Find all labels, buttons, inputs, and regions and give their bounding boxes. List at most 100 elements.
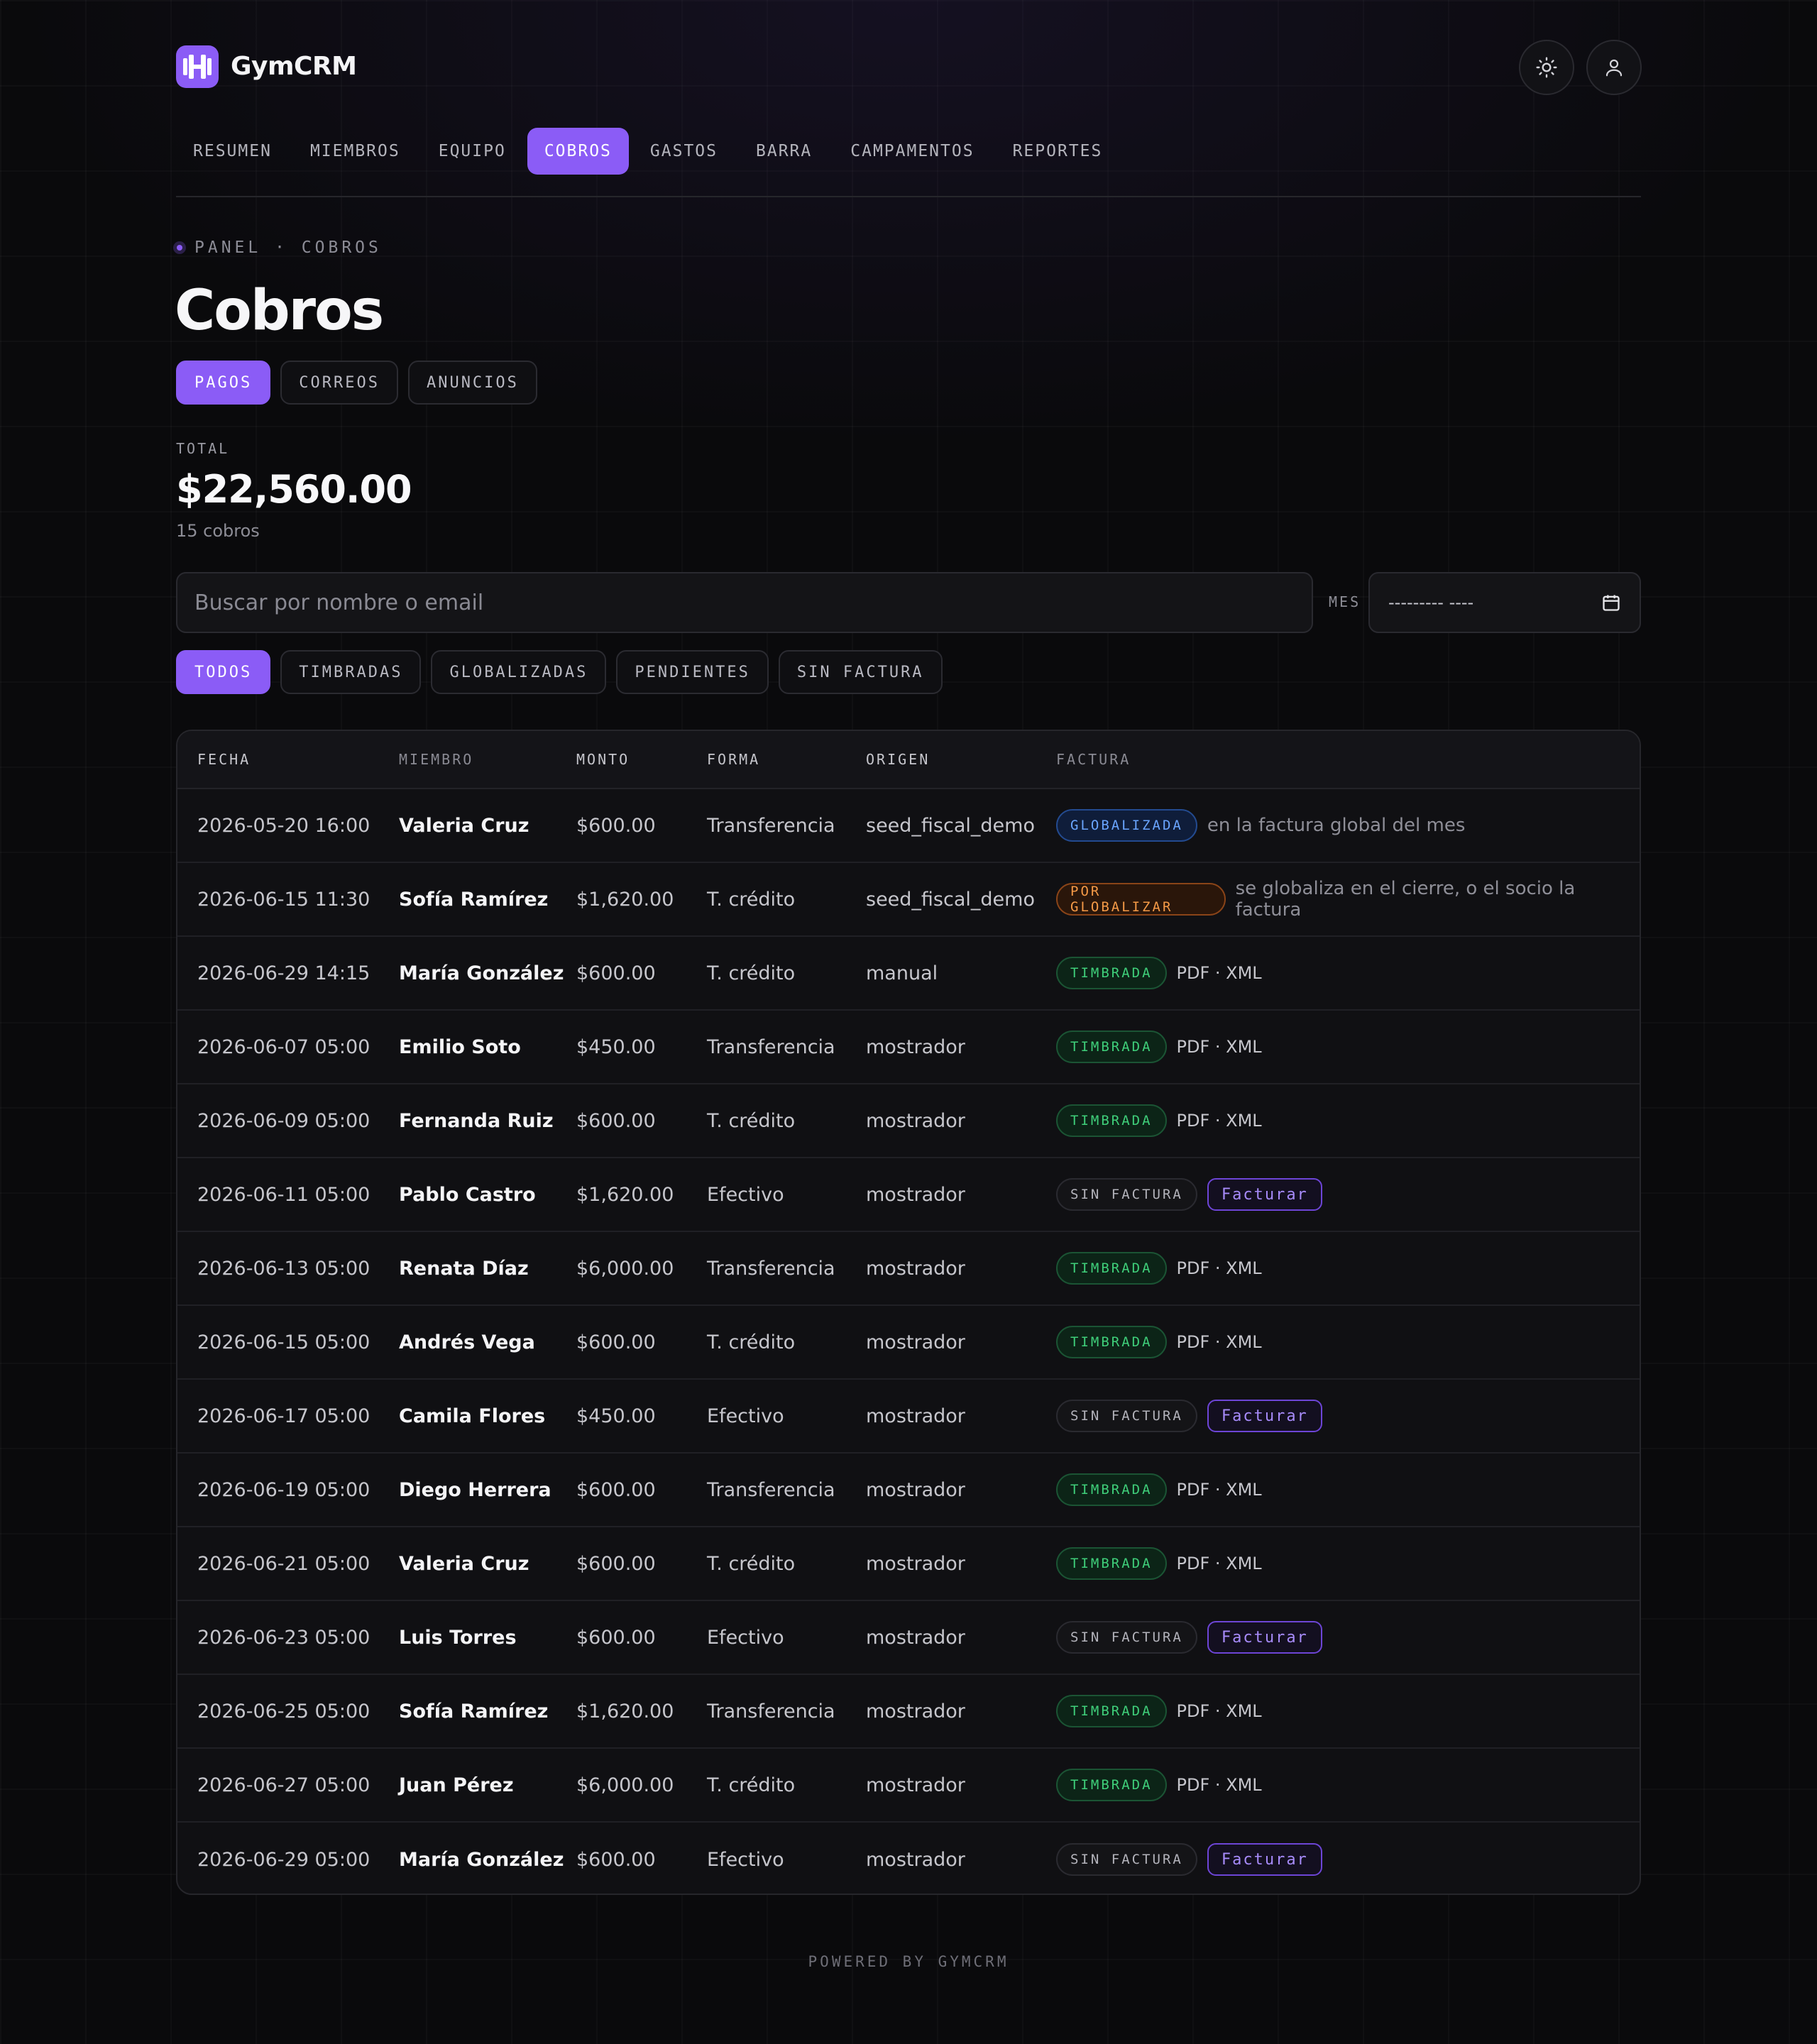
cell-factura: TIMBRADA PDF · XML: [1056, 1326, 1262, 1358]
cell-factura: TIMBRADA PDF · XML: [1056, 1031, 1262, 1063]
nav-gastos[interactable]: GASTOS: [633, 128, 735, 175]
facturar-button[interactable]: Facturar: [1207, 1178, 1322, 1211]
invoice-status-badge: GLOBALIZADA: [1056, 809, 1197, 842]
cell-factura: SIN FACTURA Facturar: [1056, 1400, 1322, 1432]
invoice-status-badge: TIMBRADA: [1056, 1252, 1167, 1285]
nav-resumen[interactable]: RESUMEN: [176, 128, 289, 175]
table-row[interactable]: 2026-06-07 05:00 Emilio Soto $450.00 Transf…: [177, 1011, 1640, 1084]
cell-fecha: 2026-06-23 05:00: [197, 1626, 370, 1649]
invoice-files-links[interactable]: PDF · XML: [1177, 1554, 1262, 1573]
cell-forma: Efectivo: [707, 1183, 784, 1206]
nav-reportes[interactable]: REPORTES: [996, 128, 1120, 175]
cell-factura: POR GLOBALIZAR se globaliza en el cierre,…: [1056, 878, 1640, 921]
table-row[interactable]: 2026-06-09 05:00 Fernanda Ruiz $600.00 T. c…: [177, 1084, 1640, 1158]
calendar-icon[interactable]: [1601, 593, 1621, 612]
invoice-files-links[interactable]: PDF · XML: [1177, 1037, 1262, 1057]
cell-forma: Efectivo: [707, 1405, 784, 1427]
cell-origen: mostrador: [866, 1774, 965, 1796]
theme-toggle-button[interactable]: [1519, 40, 1574, 95]
nav-miembros[interactable]: MIEMBROS: [293, 128, 417, 175]
cell-monto: $600.00: [576, 1552, 656, 1575]
table-row[interactable]: 2026-06-29 14:15 María González $600.00 T. …: [177, 937, 1640, 1011]
facturar-button[interactable]: Facturar: [1207, 1621, 1322, 1654]
cell-fecha: 2026-06-29 05:00: [197, 1848, 370, 1871]
nav-campamentos[interactable]: CAMPAMENTOS: [833, 128, 991, 175]
table-row[interactable]: 2026-06-23 05:00 Luis Torres $600.00 Efecti…: [177, 1601, 1640, 1675]
status-dot-icon: [173, 241, 186, 254]
cell-forma: T. crédito: [707, 1774, 796, 1796]
nav-cobros[interactable]: COBROS: [527, 128, 629, 175]
column-header-origen: ORIGEN: [866, 751, 931, 768]
filter-timbradas[interactable]: TIMBRADAS: [280, 650, 422, 694]
filter-pendientes[interactable]: PENDIENTES: [616, 650, 769, 694]
total-amount: $22,560.00: [176, 467, 412, 512]
search-input[interactable]: Buscar por nombre o email: [176, 572, 1313, 633]
cell-fecha: 2026-06-19 05:00: [197, 1478, 370, 1501]
payments-table: FECHA MIEMBRO MONTO FORMA ORIGEN FACTURA…: [176, 730, 1641, 1895]
cell-monto: $600.00: [576, 814, 656, 837]
table-row[interactable]: 2026-06-21 05:00 Valeria Cruz $600.00 T. cr…: [177, 1527, 1640, 1601]
table-row[interactable]: 2026-06-19 05:00 Diego Herrera $600.00 Tran…: [177, 1454, 1640, 1527]
cell-forma: Transferencia: [707, 814, 835, 837]
invoice-status-badge: SIN FACTURA: [1056, 1178, 1197, 1211]
invoice-files-links[interactable]: PDF · XML: [1177, 1480, 1262, 1500]
user-menu-button[interactable]: [1586, 40, 1642, 95]
invoice-note: se globaliza en el cierre, o el socio la…: [1235, 878, 1576, 921]
filter-todos[interactable]: TODOS: [176, 650, 271, 694]
nav-barra[interactable]: BARRA: [739, 128, 829, 175]
table-row[interactable]: 2026-06-29 05:00 María González $600.00 Efe…: [177, 1823, 1640, 1894]
table-row[interactable]: 2026-06-27 05:00 Juan Pérez $6,000.00 T. cr…: [177, 1749, 1640, 1823]
column-header-forma: FORMA: [707, 751, 761, 768]
page-title: Cobros: [175, 279, 384, 343]
cell-factura: SIN FACTURA Facturar: [1056, 1178, 1322, 1211]
search-placeholder: Buscar por nombre o email: [194, 590, 484, 615]
cell-monto: $600.00: [576, 1848, 656, 1871]
filter-sin-factura[interactable]: SIN FACTURA: [778, 650, 943, 694]
user-icon: [1605, 59, 1623, 77]
invoice-status-badge: TIMBRADA: [1056, 957, 1167, 989]
invoice-status-badge: SIN FACTURA: [1056, 1621, 1197, 1654]
cell-miembro: Valeria Cruz: [399, 814, 529, 837]
cell-miembro: Emilio Soto: [399, 1035, 521, 1058]
invoice-files-links[interactable]: PDF · XML: [1177, 963, 1262, 983]
cell-monto: $450.00: [576, 1035, 656, 1058]
footer: POWERED BY GYMCRM: [808, 1953, 1009, 1970]
cell-forma: Transferencia: [707, 1035, 835, 1058]
tab-pagos[interactable]: PAGOS: [176, 361, 271, 405]
invoice-status-badge: POR GLOBALIZAR: [1056, 883, 1226, 916]
table-row[interactable]: 2026-06-13 05:00 Renata Díaz $6,000.00 Tran…: [177, 1232, 1640, 1306]
cell-monto: $6,000.00: [576, 1774, 674, 1796]
invoice-status-badge: TIMBRADA: [1056, 1769, 1167, 1801]
nav-equipo[interactable]: EQUIPO: [422, 128, 523, 175]
invoice-files-links[interactable]: PDF · XML: [1177, 1111, 1262, 1131]
table-row[interactable]: 2026-06-25 05:00 Sofía Ramírez $1,620.00 Tr…: [177, 1675, 1640, 1749]
cell-origen: mostrador: [866, 1257, 965, 1280]
breadcrumb-text: PANEL · COBROS: [194, 238, 382, 257]
filter-globalizadas[interactable]: GLOBALIZADAS: [431, 650, 607, 694]
cell-fecha: 2026-06-07 05:00: [197, 1035, 370, 1058]
invoice-files-links[interactable]: PDF · XML: [1177, 1775, 1262, 1795]
table-row[interactable]: 2026-06-17 05:00 Camila Flores $450.00 Efec…: [177, 1380, 1640, 1454]
table-row[interactable]: 2026-06-15 11:30 Sofía Ramírez $1,620.00 T.…: [177, 863, 1640, 937]
month-picker[interactable]: --------- ----: [1368, 572, 1641, 633]
app-logo[interactable]: [176, 45, 219, 88]
invoice-files-links[interactable]: PDF · XML: [1177, 1701, 1262, 1721]
cell-origen: seed_fiscal_demo: [866, 888, 1035, 911]
dumbbell-icon: [183, 55, 212, 79]
cell-origen: mostrador: [866, 1700, 965, 1722]
invoice-files-links[interactable]: PDF · XML: [1177, 1258, 1262, 1278]
facturar-button[interactable]: Facturar: [1207, 1843, 1322, 1876]
table-row[interactable]: 2026-06-15 05:00 Andrés Vega $600.00 T. cré…: [177, 1306, 1640, 1380]
payment-count: 15 cobros: [176, 521, 260, 541]
cell-factura: TIMBRADA PDF · XML: [1056, 1252, 1262, 1285]
invoice-files-links[interactable]: PDF · XML: [1177, 1332, 1262, 1352]
tab-correos[interactable]: CORREOS: [280, 361, 398, 405]
table-row[interactable]: 2026-06-11 05:00 Pablo Castro $1,620.00 Efe…: [177, 1158, 1640, 1232]
facturar-button[interactable]: Facturar: [1207, 1400, 1322, 1432]
cell-origen: mostrador: [866, 1109, 965, 1132]
cell-factura: SIN FACTURA Facturar: [1056, 1621, 1322, 1654]
cell-fecha: 2026-06-29 14:15: [197, 962, 370, 984]
tab-anuncios[interactable]: ANUNCIOS: [407, 361, 537, 405]
cell-miembro: Pablo Castro: [399, 1183, 536, 1206]
table-row[interactable]: 2026-05-20 16:00 Valeria Cruz $600.00 Trans…: [177, 789, 1640, 863]
